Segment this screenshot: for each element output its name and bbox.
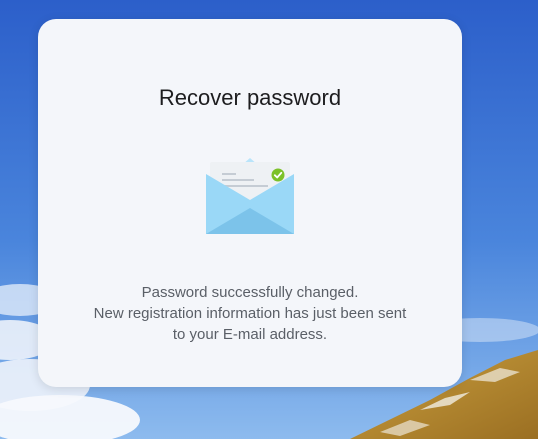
envelope-success-icon bbox=[206, 158, 294, 234]
message-line: to your E-mail address. bbox=[172, 326, 328, 343]
dialog-title: Recover password bbox=[158, 85, 342, 110]
message-line: Password successfully changed. bbox=[141, 284, 359, 301]
message-line: New registration information has just be… bbox=[93, 305, 407, 322]
recover-password-dialog: Recover password Password successfully c… bbox=[38, 19, 462, 387]
success-message: Password successfully changed. New regis… bbox=[38, 282, 462, 345]
